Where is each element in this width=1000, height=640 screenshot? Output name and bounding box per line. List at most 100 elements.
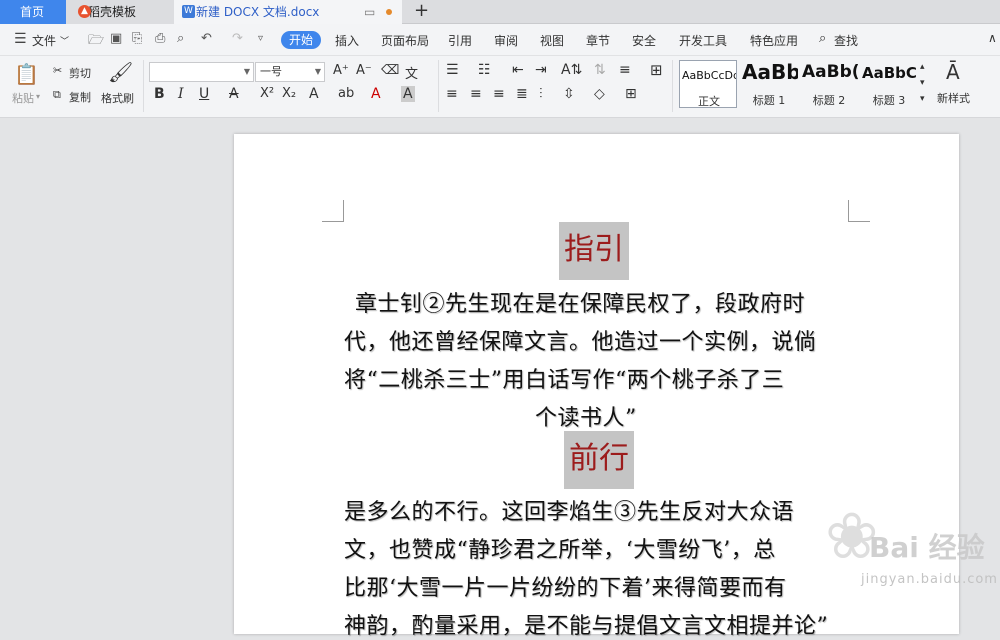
increase-indent-icon[interactable]: ⇥ — [535, 62, 547, 78]
underline-icon[interactable]: U — [199, 86, 209, 102]
bullet-list-icon[interactable]: ☰ — [446, 62, 459, 78]
style-heading-3[interactable]: AaBbC 标题 3 — [860, 60, 918, 108]
decrease-indent-icon[interactable]: ⇤ — [512, 62, 524, 78]
paste-button[interactable]: 粘贴 — [12, 90, 34, 106]
unsaved-dot-icon — [386, 9, 392, 15]
copy-button[interactable]: 复制 — [69, 89, 91, 105]
menu-search[interactable]: 查找 — [834, 32, 858, 49]
collapse-chevron-icon[interactable]: ∧ — [988, 31, 997, 45]
divider — [672, 60, 673, 112]
style-normal[interactable]: AaBbCcDd 正文 — [679, 60, 737, 108]
subscript-icon[interactable]: X₂ — [282, 86, 296, 101]
scissors-icon[interactable]: ✂ — [53, 64, 62, 77]
paragraph-line: 将“二桃杀三士”用白话写作“两个桃子杀了三 — [344, 368, 785, 393]
menu-review[interactable]: 审阅 — [494, 32, 518, 49]
text-effect-icon[interactable]: A — [309, 86, 319, 102]
divider — [143, 60, 144, 112]
align-center-icon[interactable]: ≡ — [470, 86, 482, 102]
paragraph-line: 章士钊②先生现在是在保障民权了，段政府时 — [355, 292, 806, 317]
bold-icon[interactable]: B — [154, 86, 165, 102]
shading-icon[interactable]: ◇ — [594, 86, 605, 102]
paragraph-line: 是多么的不行。这回李焰生③先生反对大众语 — [344, 500, 795, 525]
font-size-select[interactable]: 一号 ▼ — [255, 62, 325, 82]
menu-special-apps[interactable]: 特色应用 — [750, 32, 798, 49]
borders-icon[interactable]: ⊞ — [625, 86, 637, 102]
format-painter-icon[interactable]: 🖌 — [108, 60, 133, 84]
style-label: 标题 1 — [752, 94, 786, 107]
menu-security[interactable]: 安全 — [632, 32, 656, 49]
tab-templates-label: 稻壳模板 — [88, 5, 137, 19]
undo-icon[interactable]: ↶ — [201, 31, 212, 46]
paragraph-line: 比那‘大雪一片一片纷纷的下着’来得简要而有 — [344, 576, 787, 601]
font-color-icon[interactable]: A — [371, 86, 381, 102]
sort-icon[interactable]: ⇅ — [594, 62, 606, 78]
redo-icon[interactable]: ↷ — [232, 31, 243, 46]
tab-templates[interactable]: ▲ 稻壳模板 — [66, 0, 174, 24]
paragraph-line: 个读书人” — [535, 406, 637, 431]
open-folder-icon[interactable]: 🗁 — [88, 31, 104, 53]
style-label: 正文 — [698, 95, 720, 108]
chevron-down-icon[interactable]: ﹀ — [60, 34, 69, 47]
menu-insert[interactable]: 插入 — [335, 32, 359, 49]
tab-document-label: 新建 DOCX 文档.docx — [196, 5, 320, 19]
style-heading-1[interactable]: AaBb 标题 1 — [740, 60, 798, 108]
shrink-font-icon[interactable]: A⁻ — [356, 63, 372, 78]
copy-icon[interactable]: ⧉ — [53, 88, 61, 102]
gallery-up-icon[interactable]: ▴ — [920, 62, 925, 72]
style-sample: AaBb( — [802, 62, 858, 82]
style-sample: AaBb — [742, 60, 798, 84]
text-direction-icon[interactable]: A⇅ — [561, 62, 582, 78]
font-name-select[interactable]: ▼ — [149, 62, 254, 82]
tab-bar: 首页 ▲ 稻壳模板 W 新建 DOCX 文档.docx ▭ + — [0, 0, 1000, 24]
monitor-icon[interactable]: ▭ — [364, 0, 375, 24]
menu-page-layout[interactable]: 页面布局 — [381, 32, 429, 49]
line-spacing-icon[interactable]: ≡ — [619, 62, 631, 78]
menu-references[interactable]: 引用 — [448, 32, 472, 49]
hamburger-icon[interactable]: ☰ — [14, 31, 27, 47]
tab-document[interactable]: W 新建 DOCX 文档.docx ▭ — [174, 0, 402, 24]
grow-font-icon[interactable]: A⁺ — [333, 63, 349, 78]
menu-developer-tools[interactable]: 开发工具 — [679, 32, 727, 49]
print-preview-icon[interactable]: ⌕ — [177, 31, 184, 46]
cut-button[interactable]: 剪切 — [69, 65, 91, 81]
align-right-icon[interactable]: ≡ — [493, 86, 505, 102]
phonetic-icon[interactable]: 文 — [405, 63, 418, 82]
align-left-icon[interactable]: ≡ — [446, 86, 458, 102]
print-icon[interactable]: ⎙ — [155, 31, 165, 46]
clear-format-icon[interactable]: ⌫ — [381, 63, 399, 78]
style-heading-2[interactable]: AaBb( 标题 2 — [800, 60, 858, 108]
new-style-button[interactable]: 新样式 — [937, 90, 970, 106]
superscript-icon[interactable]: X² — [260, 86, 274, 101]
menu-start[interactable]: 开始 — [281, 31, 321, 49]
menu-file[interactable]: 文件 — [32, 32, 56, 49]
gallery-down-icon[interactable]: ▾ — [920, 78, 925, 88]
numbered-list-icon[interactable]: ☷ — [478, 62, 491, 78]
format-icon[interactable]: ⎘ — [132, 31, 142, 46]
word-doc-icon: W — [182, 5, 195, 18]
gallery-more-icon[interactable]: ▾ — [920, 94, 925, 104]
font-size-value: 一号 — [260, 65, 282, 78]
new-style-icon[interactable]: Ā — [946, 60, 960, 84]
format-painter-button[interactable]: 格式刷 — [101, 90, 134, 106]
justify-icon[interactable]: ≣ — [516, 86, 528, 102]
style-sample: AaBbC — [862, 64, 917, 82]
paste-chevron-icon[interactable]: ▾ — [36, 92, 40, 101]
distributed-icon[interactable]: ⫶ — [539, 86, 543, 102]
paragraph-line: 神韵，酌量采用，是不能与提倡文言文相提并论” — [344, 614, 829, 639]
more-chevron-icon[interactable]: ▿ — [258, 33, 263, 44]
baidu-watermark: ❀ Bai 经验 jingyan.baidu.com — [825, 500, 997, 600]
highlight-icon[interactable]: ab — [338, 86, 354, 101]
menu-view[interactable]: 视图 — [540, 32, 564, 49]
tab-home[interactable]: 首页 — [0, 0, 66, 24]
new-tab-button[interactable]: + — [414, 0, 429, 22]
heading-guide: 指引 — [559, 222, 629, 280]
save-icon[interactable]: ▣ — [110, 31, 122, 46]
table-icon[interactable]: ⊞ — [650, 61, 663, 79]
italic-icon[interactable]: I — [178, 86, 184, 102]
clipboard-icon[interactable]: 📋 — [14, 62, 39, 86]
strikethrough-icon[interactable]: A — [229, 86, 239, 102]
search-icon[interactable]: ⌕ — [819, 31, 826, 46]
paragraph-spacing-icon[interactable]: ⇳ — [563, 86, 575, 102]
char-shading-icon[interactable]: A — [401, 86, 415, 102]
menu-chapter[interactable]: 章节 — [586, 32, 610, 49]
